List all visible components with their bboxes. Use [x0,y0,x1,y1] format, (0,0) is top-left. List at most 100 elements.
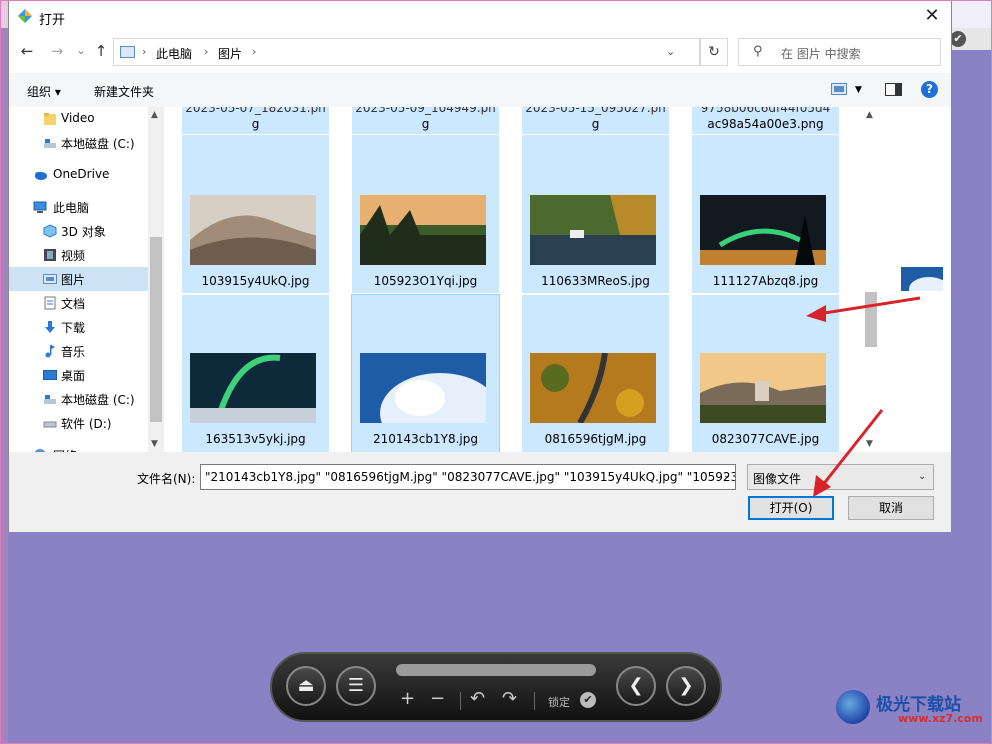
new-folder-button[interactable]: 新建文件夹 [94,83,154,100]
file-name: 0816596tjgM.jpg [544,432,647,446]
scroll-down-icon[interactable]: ▼ [151,439,158,449]
scroll-up-icon[interactable]: ▲ [866,110,873,120]
sidebar-item-3d-objects[interactable]: 3D 对象 [9,219,149,243]
image-thumbnail [360,353,486,423]
sidebar-item-downloads[interactable]: 下载 [9,315,149,339]
sidebar-item-label: 本地磁盘 (C:) [61,393,135,407]
sidebar-item-label: Video [61,111,95,125]
rotate-left-icon[interactable]: ↶ [470,688,485,709]
check-icon[interactable]: ✔ [580,692,596,708]
sidebar-item-label: OneDrive [53,167,110,181]
file-name: 0823077CAVE.jpg [711,432,820,446]
image-thumbnail [700,195,826,265]
chevron-down-icon: ⌄ [918,471,927,482]
forward-button[interactable]: → [47,41,67,61]
sidebar-item-software-d[interactable]: 软件 (D:) [9,411,149,435]
sidebar-scrollbar[interactable]: ▲ ▼ [148,107,164,452]
file-tile[interactable]: 0816596tjgM.jpg [522,295,669,452]
scrollbar-thumb[interactable] [865,292,877,347]
sidebar-item-label: 此电脑 [53,201,90,215]
rotate-right-icon[interactable]: ↷ [502,688,517,709]
sidebar-item-label: 视频 [61,249,86,263]
filename-dropdown-icon[interactable]: ⌄ [723,470,731,481]
file-grid-scrollbar[interactable]: ▲ ▼ [863,107,879,452]
recent-locations-button[interactable]: ⌄ [71,41,91,61]
file-tile[interactable]: 2023-05-07_182031.pn g [182,107,329,134]
sidebar-item-label: 音乐 [61,345,86,359]
file-tile[interactable]: 105923O1Yqi.jpg [352,135,499,293]
sidebar-item-onedrive[interactable]: OneDrive [9,163,149,187]
sidebar-item-videos[interactable]: 视频 [9,243,149,267]
scrollbar-thumb[interactable] [150,237,162,422]
file-name: 163513v5ykj.jpg [205,432,306,446]
video-icon [44,249,56,261]
cube-icon [43,224,57,238]
file-tile[interactable]: 103915y4UkQ.jpg [182,135,329,293]
refresh-button[interactable]: ↻ [700,38,728,66]
open-button[interactable]: 打开(O) [748,496,834,520]
file-tile[interactable]: 2023-05-09_104949.pn g [352,107,499,134]
zoom-out-icon[interactable]: − [430,688,445,709]
file-tile[interactable]: 110633MReoS.jpg [522,135,669,293]
sidebar-item-local-disk-c-2[interactable]: 本地磁盘 (C:) [9,387,149,411]
file-name: 103915y4UkQ.jpg [201,274,310,288]
sidebar-item-documents[interactable]: 文档 [9,291,149,315]
previous-button[interactable]: ❮ [616,666,656,706]
filename-input[interactable]: "210143cb1Y8.jpg" "0816596tjgM.jpg" "082… [200,464,736,490]
background-edge [0,0,8,744]
navigation-bar: ← → ⌄ ↑ › 此电脑 › 图片 › ⌄ ↻ ⚲ 在 图片 中搜索 [9,33,951,73]
file-name: 111127Abzq8.jpg [712,274,819,288]
divider [460,692,461,710]
help-icon[interactable]: ? [921,81,938,98]
file-name: 2023-05-09_104949.pn [355,107,496,115]
file-name: g [251,117,260,131]
breadcrumb-separator: › [142,45,147,58]
download-icon [45,321,55,333]
view-options-icon[interactable] [831,83,847,95]
file-tile[interactable]: 9758b06c6df44f05d4 ac98a54a00e3.png [692,107,839,134]
document-icon [44,296,56,310]
breadcrumb-this-pc[interactable]: 此电脑 [156,45,192,62]
organize-button[interactable]: 组织 ▾ [27,83,61,100]
up-button[interactable]: ↑ [91,41,111,61]
viewer-control-bar: ⏏ ☰ + − ↶ ↷ 锁定 ✔ ❮ ❯ [270,652,722,722]
progress-slider[interactable] [396,664,596,676]
file-tile-selected[interactable]: 210143cb1Y8.jpg [351,294,500,452]
view-dropdown-icon[interactable]: ▼ [855,85,862,95]
desktop-icon [43,370,57,380]
image-thumbnail [190,353,316,423]
menu-button[interactable]: ☰ [336,666,376,706]
file-tile[interactable]: 163513v5ykj.jpg [182,295,329,452]
sidebar-item-music[interactable]: 音乐 [9,339,149,363]
preview-pane-icon[interactable] [885,83,902,96]
app-icon [18,9,32,23]
search-input[interactable]: 在 图片 中搜索 [781,45,861,62]
address-dropdown-icon[interactable]: ⌄ [666,45,675,58]
sidebar-item-label: 软件 (D:) [61,417,112,431]
back-button[interactable]: ← [17,41,37,61]
zoom-in-icon[interactable]: + [400,688,415,709]
sidebar-item-video[interactable]: Video [9,107,149,131]
breadcrumb-pictures[interactable]: 图片 [218,45,242,62]
scroll-up-icon[interactable]: ▲ [151,110,158,120]
filetype-select[interactable]: 图像文件 ⌄ [747,464,934,490]
address-bar[interactable]: › 此电脑 › 图片 › ⌄ [113,38,700,66]
close-button[interactable]: ✕ [913,1,951,33]
next-button[interactable]: ❯ [666,666,706,706]
sidebar-item-network[interactable]: 网络 [9,443,149,452]
eject-button[interactable]: ⏏ [286,666,326,706]
background-check-icon: ✔ [950,31,966,47]
sidebar-item-pictures[interactable]: 图片 [9,267,149,291]
file-tile[interactable]: 111127Abzq8.jpg [692,135,839,293]
sidebar-item-local-disk-c[interactable]: 本地磁盘 (C:) [9,131,149,155]
sidebar-item-label: 图片 [61,273,86,287]
scroll-down-icon[interactable]: ▼ [866,439,873,449]
search-box[interactable]: ⚲ 在 图片 中搜索 [738,38,941,66]
cancel-button[interactable]: 取消 [848,496,934,520]
file-tile[interactable]: 2023-05-15_095027.pn g [522,107,669,134]
lock-label[interactable]: 锁定 [548,694,570,710]
sidebar-item-this-pc[interactable]: 此电脑 [9,195,149,219]
sidebar-item-desktop[interactable]: 桌面 [9,363,149,387]
open-file-dialog: 打开 ✕ ← → ⌄ ↑ › 此电脑 › 图片 › ⌄ ↻ ⚲ 在 图片 中搜索… [8,0,952,532]
file-tile[interactable]: 0823077CAVE.jpg [692,295,839,452]
